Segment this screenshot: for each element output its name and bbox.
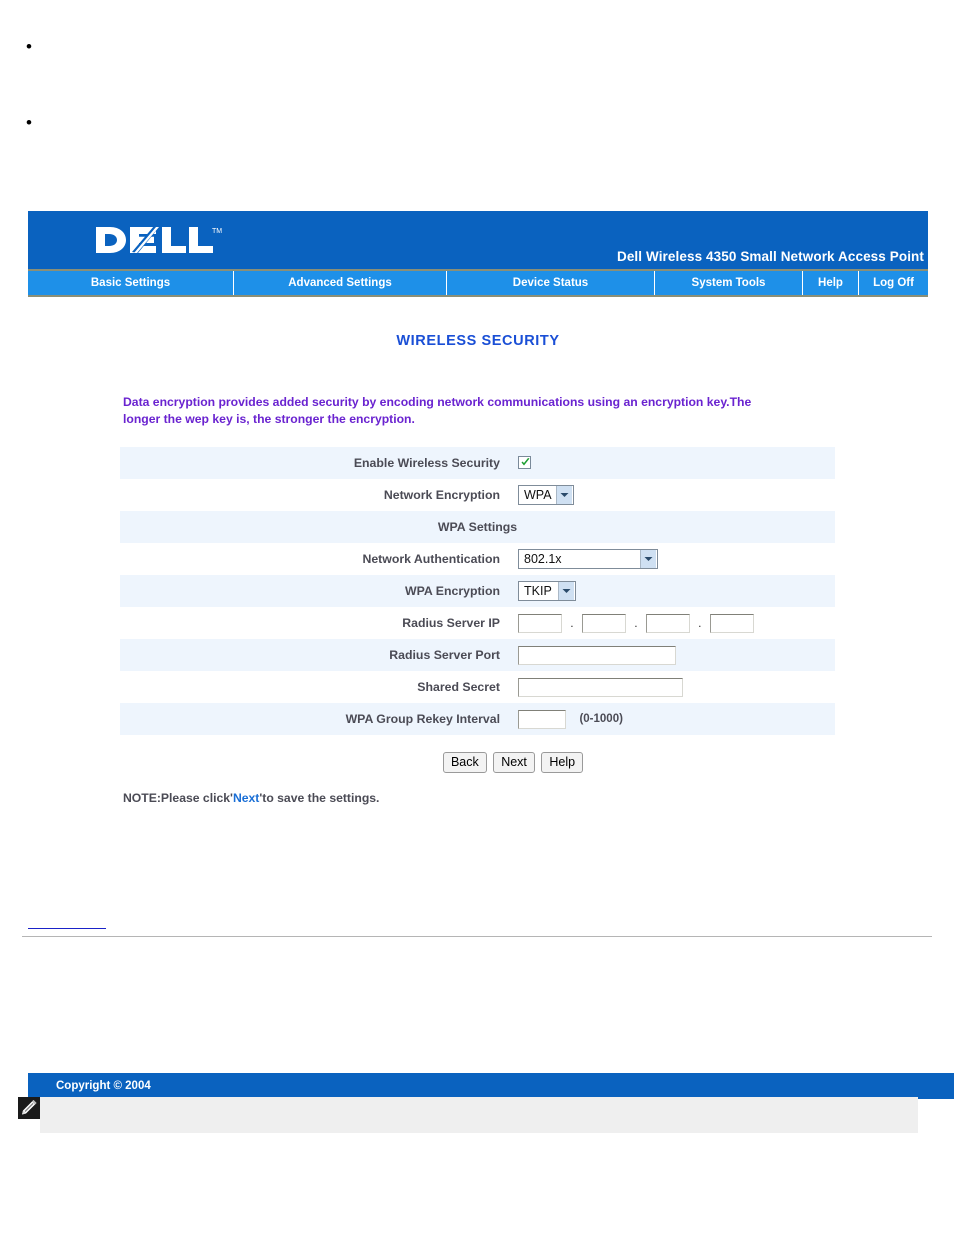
back-to-top-link[interactable] <box>28 915 106 929</box>
next-button[interactable]: Next <box>493 752 535 773</box>
main-navigation: Basic Settings Advanced Settings Device … <box>28 271 928 297</box>
radius-server-port-label: Radius Server Port <box>389 648 500 662</box>
radius-server-ip-cell: . . . <box>514 607 835 639</box>
nav-item-basic-settings[interactable]: Basic Settings <box>28 271 234 295</box>
table-row-section-heading: WPA Settings <box>120 511 835 543</box>
wireless-security-form: Enable Wireless Security Network Encrypt… <box>120 447 835 735</box>
table-row: Radius Server Port <box>120 639 835 671</box>
form-button-row: Back Next Help <box>28 752 928 773</box>
list-item <box>26 36 954 112</box>
radius-server-ip-octet-2[interactable] <box>581 613 626 633</box>
table-row: Network Encryption WPA <box>120 479 835 511</box>
table-row: WPA Encryption TKIP <box>120 575 835 607</box>
wpa-group-rekey-interval-cell: (0-1000) <box>514 703 835 735</box>
list-item <box>26 112 954 188</box>
network-encryption-cell: WPA <box>514 479 835 511</box>
table-row: Enable Wireless Security <box>120 447 835 479</box>
enable-wireless-security-cell <box>514 447 835 479</box>
ip-separator: . <box>698 616 702 630</box>
network-authentication-select[interactable]: 802.1x <box>518 549 658 569</box>
horizontal-divider <box>22 936 932 937</box>
back-button[interactable]: Back <box>442 752 487 773</box>
rekey-range-hint: (0-1000) <box>579 713 623 725</box>
ip-separator: . <box>570 616 574 630</box>
network-authentication-value: 802.1x <box>524 552 562 566</box>
nav-item-system-tools[interactable]: System Tools <box>655 271 803 295</box>
network-encryption-select[interactable]: WPA <box>518 485 574 505</box>
chevron-down-icon <box>558 582 574 600</box>
table-row: Network Authentication 802.1x <box>120 543 835 575</box>
save-note-prefix: NOTE:Please click' <box>123 791 233 805</box>
network-encryption-value: WPA <box>524 488 552 502</box>
network-encryption-label: Network Encryption <box>383 488 500 502</box>
enable-wireless-security-checkbox[interactable] <box>518 456 531 470</box>
enable-wireless-security-label: Enable Wireless Security <box>353 456 500 470</box>
router-admin-panel: TM Dell Wireless 4350 Small Network Acce… <box>28 211 954 1099</box>
wpa-settings-heading: WPA Settings <box>437 520 518 534</box>
panel-body: WIRELESS SECURITY Data encryption provid… <box>28 297 928 805</box>
wpa-group-rekey-interval-input[interactable] <box>518 709 566 729</box>
wpa-encryption-cell: TKIP <box>514 575 835 607</box>
svg-text:TM: TM <box>212 228 222 235</box>
device-model-title: Dell Wireless 4350 Small Network Access … <box>616 249 924 264</box>
wpa-encryption-value: TKIP <box>524 584 552 598</box>
ip-separator: . <box>634 616 638 630</box>
radius-server-port-cell <box>514 639 835 671</box>
radius-server-ip-octet-4[interactable] <box>709 613 754 633</box>
nav-item-device-status[interactable]: Device Status <box>447 271 655 295</box>
network-authentication-label: Network Authentication <box>362 552 500 566</box>
radius-server-port-input[interactable] <box>518 645 676 665</box>
save-note-suffix: 'to save the settings. <box>259 791 380 805</box>
page-title: WIRELESS SECURITY <box>396 333 560 349</box>
table-row: Radius Server IP . . . <box>120 607 835 639</box>
network-authentication-cell: 802.1x <box>514 543 835 575</box>
wpa-encryption-select[interactable]: TKIP <box>518 581 576 601</box>
save-note-highlight: Next <box>232 791 260 805</box>
dell-logo: TM <box>94 223 222 257</box>
page-description: Data encryption provides added security … <box>123 395 752 426</box>
pencil-note-icon <box>18 1097 40 1119</box>
help-button[interactable]: Help <box>541 752 584 773</box>
copyright-bar: Copyright © 2004 <box>28 1073 954 1099</box>
chevron-down-icon <box>640 550 656 568</box>
panel-header: TM Dell Wireless 4350 Small Network Acce… <box>28 211 928 271</box>
chevron-down-icon <box>556 486 572 504</box>
wpa-group-rekey-interval-label: WPA Group Rekey Interval <box>345 712 500 726</box>
note-callout-text <box>40 1097 918 1133</box>
radius-server-ip-octet-3[interactable] <box>645 613 690 633</box>
nav-item-log-off[interactable]: Log Off <box>859 271 928 295</box>
wpa-encryption-label: WPA Encryption <box>405 584 500 598</box>
table-row: Shared Secret <box>120 671 835 703</box>
nav-item-advanced-settings[interactable]: Advanced Settings <box>234 271 447 295</box>
shared-secret-cell <box>514 671 835 703</box>
table-row: WPA Group Rekey Interval (0-1000) <box>120 703 835 735</box>
radius-server-ip-label: Radius Server IP <box>402 616 500 630</box>
shared-secret-label: Shared Secret <box>417 680 500 694</box>
top-bullet-list <box>0 0 954 188</box>
save-note: NOTE:Please click'Next'to save the setti… <box>123 791 928 805</box>
radius-server-ip-octet-1[interactable] <box>518 613 562 633</box>
nav-item-help[interactable]: Help <box>803 271 859 295</box>
note-callout <box>18 1097 918 1133</box>
shared-secret-input[interactable] <box>518 677 683 697</box>
